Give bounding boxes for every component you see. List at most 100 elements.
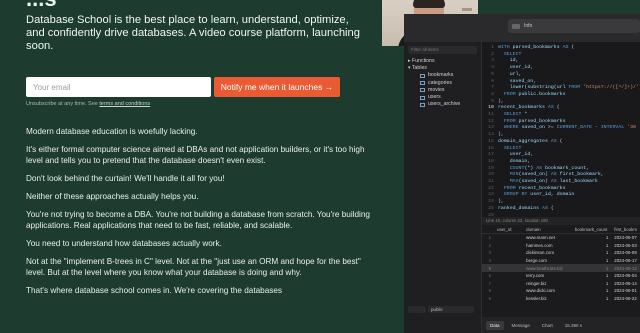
column-header[interactable] xyxy=(482,225,495,234)
line-number: 21 xyxy=(488,179,494,185)
cell-user-id[interactable] xyxy=(494,264,524,272)
tree-functions[interactable]: ▸ Functions xyxy=(408,58,481,65)
cell-first-bookmark[interactable]: 2024-06-14 xyxy=(611,280,640,288)
results-table: user_id domain bookmark_count first_book… xyxy=(482,225,640,302)
cell-bookmark-count[interactable]: 1 xyxy=(572,287,611,295)
cell-user-id[interactable] xyxy=(494,257,523,265)
table-row[interactable]: 3 dickinson.com 1 2024-06-08 xyxy=(482,249,640,257)
cell-domain[interactable]: www.mann.net xyxy=(523,234,572,242)
paragraph: Not at the "implement B-trees in C" leve… xyxy=(26,257,361,277)
cell-user-id[interactable] xyxy=(494,280,523,288)
tree-label: Functions xyxy=(412,58,435,64)
notify-button[interactable]: Notify me when it launches → xyxy=(214,77,340,97)
table-row[interactable]: 2 hammes.com 1 2024-06-03 xyxy=(482,242,640,250)
cell-bookmark-count[interactable]: 1 xyxy=(572,257,611,265)
cell-bookmark-count[interactable]: 1 xyxy=(572,280,611,288)
paragraph: That's where database school comes in. W… xyxy=(26,286,283,295)
email-input[interactable] xyxy=(26,77,211,97)
column-header[interactable]: first_bookm xyxy=(611,225,640,234)
column-header[interactable]: domain xyxy=(523,225,572,234)
cell-first-bookmark[interactable]: 2024-06-04 xyxy=(611,272,640,280)
tree-tables[interactable]: ▾ Tables xyxy=(408,65,481,72)
cell-domain[interactable]: www.heathcote.biz xyxy=(523,264,572,272)
cell-bookmark-count[interactable]: 1 xyxy=(572,295,611,303)
cell-user-id[interactable] xyxy=(494,234,523,242)
tree-table-item[interactable]: movies xyxy=(408,87,481,94)
cell-bookmark-count[interactable]: 1 xyxy=(572,242,611,250)
table-row[interactable]: 4 berge.com 1 2024-06-17 xyxy=(482,257,640,265)
results-tabs: Data Message Chart 16.390 s xyxy=(482,317,640,333)
cell-first-bookmark[interactable]: 2024-06-12 xyxy=(611,264,640,272)
tree-table-item[interactable]: users xyxy=(408,94,481,101)
line-number: 18 xyxy=(488,158,494,164)
cell-user-id[interactable] xyxy=(494,287,523,295)
paragraph: You need to understand how databases act… xyxy=(26,239,222,248)
row-number: 2 xyxy=(488,242,492,248)
table-icon xyxy=(420,74,425,78)
cell-bookmark-count[interactable]: 1 xyxy=(572,272,611,280)
filter-input[interactable]: Filter all items xyxy=(408,46,477,54)
sql-editor[interactable]: 1 2 3 4 5 6 7 8 9 10 11 12 13 14 15 16 1… xyxy=(482,42,640,219)
tree-label: bookmarks xyxy=(428,72,454,79)
cell-domain[interactable]: kessler.biz xyxy=(523,295,572,303)
schema-select[interactable]: public xyxy=(428,306,474,313)
table-row-selected[interactable]: 5 www.heathcote.biz 1 2024-06-12 xyxy=(482,264,640,272)
table-row[interactable]: 1 www.mann.net 1 2024-06-07 xyxy=(482,234,640,242)
cell-first-bookmark[interactable]: 2024-06-07 xyxy=(611,234,640,242)
cell-first-bookmark[interactable]: 2024-06-22 xyxy=(611,295,640,303)
tab-label: Info xyxy=(524,23,533,29)
tree-label: Tables xyxy=(411,65,427,72)
paragraph: You're not trying to become a DBA. You'r… xyxy=(26,210,370,230)
cell-first-bookmark[interactable]: 2024-06-03 xyxy=(611,242,640,250)
table-row[interactable]: 7 reinger.biz 1 2024-06-14 xyxy=(482,280,640,288)
info-tab[interactable]: Info xyxy=(508,19,640,33)
cell-bookmark-count[interactable]: 1 xyxy=(572,234,611,242)
cell-user-id[interactable] xyxy=(494,272,523,280)
tab-chart[interactable]: Chart xyxy=(538,321,557,330)
tab-data[interactable]: Data xyxy=(486,320,504,330)
cell-domain[interactable]: www.dicki.com xyxy=(523,287,572,295)
table-row[interactable]: 6 terry.com 1 2024-06-04 xyxy=(482,272,640,280)
cell-domain[interactable]: berge.com xyxy=(523,257,572,265)
cell-first-bookmark[interactable]: 2024-06-01 xyxy=(611,287,640,295)
cell-bookmark-count[interactable]: 1 xyxy=(572,249,611,257)
line-number: 25 xyxy=(488,205,494,211)
table-header-row: user_id domain bookmark_count first_book… xyxy=(482,225,640,234)
tree-label: users xyxy=(428,94,441,101)
results-grid: user_id domain bookmark_count first_book… xyxy=(482,225,640,317)
paragraph: Modern database education is woefully la… xyxy=(26,127,198,136)
column-header[interactable]: user_id xyxy=(494,225,524,234)
cell-bookmark-count[interactable]: 1 xyxy=(571,264,612,272)
tab-icon xyxy=(512,23,520,29)
row-number: 7 xyxy=(488,280,492,286)
line-numbers: 1 2 3 4 5 6 7 8 9 10 11 12 13 14 15 16 1… xyxy=(482,45,494,219)
background-shelf xyxy=(462,8,472,11)
cell-domain[interactable]: reinger.biz xyxy=(523,280,572,288)
cell-user-id[interactable] xyxy=(494,249,523,257)
cell-user-id[interactable] xyxy=(494,295,523,303)
body-copy: Modern database education is woefully la… xyxy=(26,126,371,303)
table-row[interactable]: 8 www.dicki.com 1 2024-06-01 xyxy=(482,287,640,295)
table-row[interactable]: 9 kessler.biz 1 2024-06-22 xyxy=(482,295,640,303)
cell-domain[interactable]: hammes.com xyxy=(523,242,572,250)
tab-message[interactable]: Message xyxy=(508,321,534,330)
cell-first-bookmark[interactable]: 2024-06-17 xyxy=(611,257,640,265)
line-number: 24 xyxy=(488,199,494,205)
line-number: 14 xyxy=(488,132,494,138)
terms-link[interactable]: terms and conditions xyxy=(99,101,150,107)
line-number: 1 xyxy=(491,45,494,50)
tree-table-item[interactable]: categories xyxy=(408,80,481,87)
table-icon xyxy=(420,81,425,86)
cell-domain[interactable]: terry.com xyxy=(523,272,572,280)
tree-table-item[interactable]: users_archive xyxy=(408,101,481,108)
cell-user-id[interactable] xyxy=(494,242,523,250)
unsubscribe-note: Unsubscribe at any time. See terms and c… xyxy=(26,101,150,107)
line-number: 7 xyxy=(491,85,494,91)
column-header[interactable]: bookmark_count xyxy=(571,225,612,234)
schema-tree: ▸ Functions ▾ Tables bookmarks categorie… xyxy=(404,58,481,108)
schema-type-select[interactable] xyxy=(408,306,426,313)
table-icon xyxy=(420,88,425,93)
cell-domain[interactable]: dickinson.com xyxy=(523,249,572,257)
cell-first-bookmark[interactable]: 2024-06-08 xyxy=(611,249,640,257)
tree-table-item[interactable]: bookmarks xyxy=(408,72,481,79)
